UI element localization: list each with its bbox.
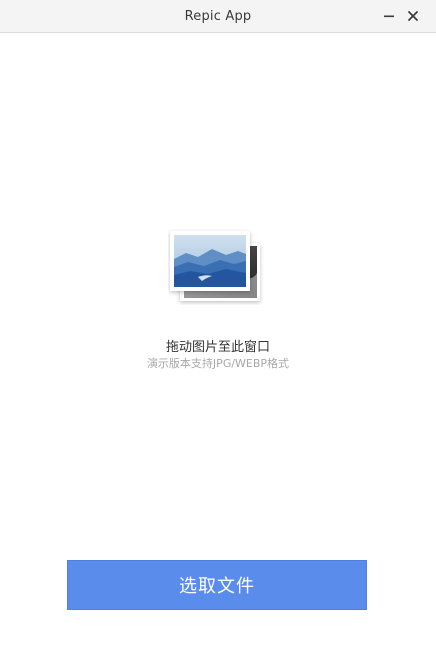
drop-zone[interactable]: 拖动图片至此窗口 演示版本支持JPG/WEBP格式 (0, 33, 436, 538)
window-title: Repic App (184, 9, 252, 24)
photo-stack-icon (170, 231, 260, 301)
drop-title: 拖动图片至此窗口 (165, 340, 270, 355)
drop-subtitle: 演示版本支持JPG/WEBP格式 (146, 357, 290, 370)
title-bar[interactable]: Repic App (0, 0, 436, 33)
minimize-icon (384, 15, 394, 18)
minimize-button[interactable] (380, 7, 398, 25)
close-button[interactable] (404, 7, 422, 25)
choose-file-button[interactable]: 选取文件 (67, 560, 367, 610)
app-window: Repic App 拖动图片至此窗口 演示版本支持JPG/WEBP格式 选取文件 (0, 0, 436, 671)
close-icon (408, 11, 418, 21)
